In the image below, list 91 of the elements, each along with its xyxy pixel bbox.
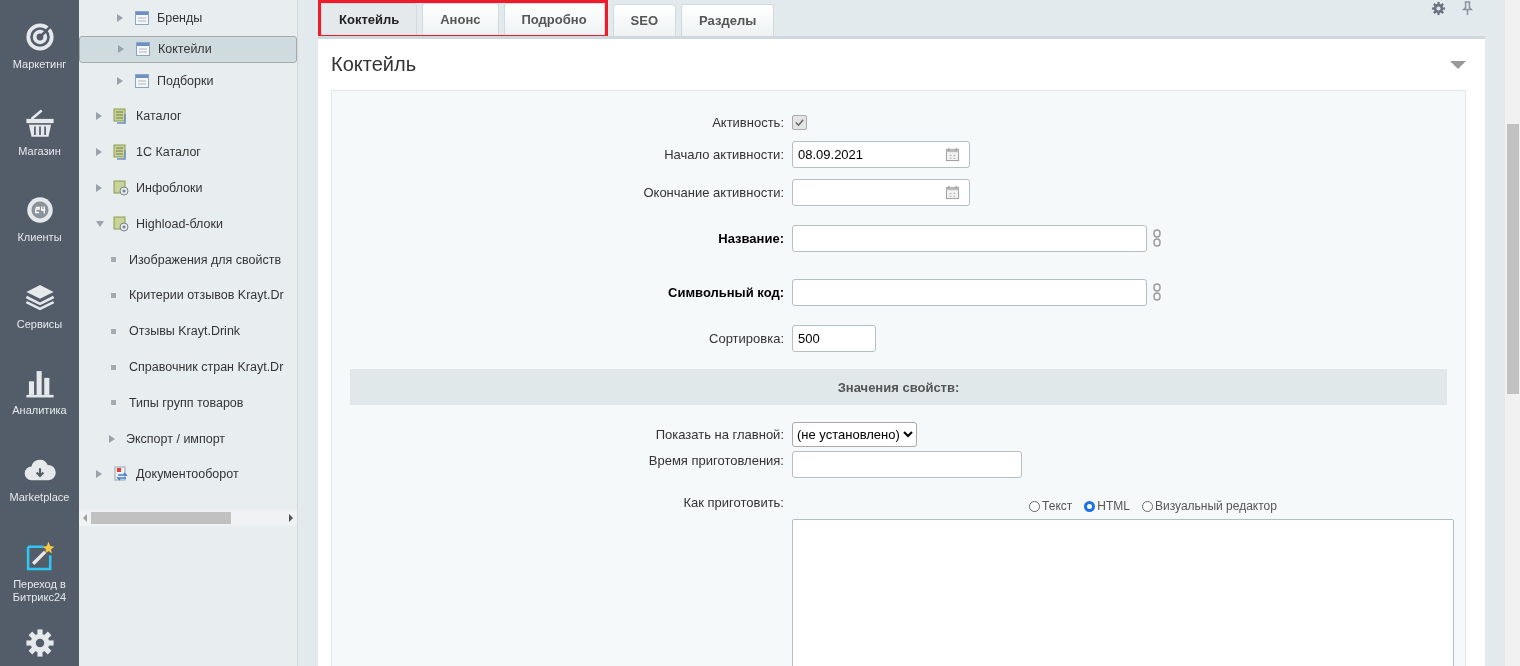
block-gear-icon <box>113 180 129 197</box>
list-window-icon <box>134 72 150 89</box>
field-label: Показать на главной: <box>654 426 784 442</box>
nav-item[interactable]: Переход в Битрикс24 <box>0 539 79 627</box>
horizontal-scrollbar[interactable] <box>79 510 297 527</box>
nav-label: Переход в Битрикс24 <box>11 577 68 604</box>
nav-label: Сервисы <box>15 317 64 331</box>
tree-item[interactable]: 1С Каталог <box>79 134 297 171</box>
nav-item[interactable]: Клиенты <box>0 193 79 280</box>
tree-item[interactable]: Справочник стран Krayt.Dr <box>79 349 297 385</box>
pin-icon[interactable] <box>1460 1 1475 16</box>
bullet-icon <box>111 292 116 298</box>
tree-item[interactable]: Highload-блоки <box>79 206 297 242</box>
nav-label: Клиенты <box>16 231 63 245</box>
input-field[interactable] <box>792 451 1022 478</box>
nav-item[interactable]: Маркетинг <box>0 20 79 107</box>
checkbox[interactable] <box>792 114 807 130</box>
nav-label: Аналитика <box>11 404 68 418</box>
expand-arrow-icon[interactable] <box>118 45 124 54</box>
nav-item[interactable]: Сервисы <box>0 279 79 367</box>
field-label: Начало активности: <box>663 146 784 162</box>
nav-label: Marketplace <box>8 490 71 504</box>
radio-option[interactable]: HTML <box>1084 499 1130 513</box>
tree-item[interactable]: Отзывы Krayt.Drink <box>79 313 297 350</box>
document-arrows-icon <box>113 466 129 483</box>
expand-arrow-icon[interactable] <box>117 76 123 85</box>
calendar-icon[interactable] <box>945 184 960 200</box>
list-window-icon <box>134 9 150 26</box>
scroll-right-icon[interactable] <box>289 514 293 523</box>
tree-item[interactable]: Критерии отзывов Krayt.Dr <box>79 277 297 314</box>
field-label: Сортировка: <box>708 330 784 346</box>
input-field[interactable] <box>792 224 1147 252</box>
section-title: Коктейль <box>331 53 417 76</box>
input-field[interactable] <box>792 278 1147 306</box>
nav-label: Маркетинг <box>11 58 68 71</box>
bullet-icon <box>111 400 116 406</box>
bullet-icon <box>111 257 116 263</box>
scrollbar-thumb[interactable] <box>91 512 231 525</box>
date-field[interactable]: 08.09.2021 <box>792 140 970 168</box>
field-label: Окончание активности: <box>642 184 784 200</box>
nav-item[interactable]: Магазин <box>0 106 79 194</box>
bullet-icon <box>111 364 116 370</box>
expand-arrow-icon[interactable] <box>96 148 102 157</box>
expand-arrow-icon[interactable] <box>96 220 104 227</box>
chain-link-icon[interactable] <box>1153 229 1161 247</box>
field-label: Время приготовления: <box>647 452 784 468</box>
expand-arrow-icon[interactable] <box>96 112 102 121</box>
tab[interactable]: Анонс <box>422 3 499 35</box>
date-field[interactable] <box>792 178 970 206</box>
tree-item[interactable]: Документооборот <box>79 456 297 493</box>
field-label: Символьный код: <box>667 284 784 300</box>
expand-arrow-icon[interactable] <box>96 184 102 193</box>
section-header: Значения свойств: <box>350 369 1447 405</box>
calendar-icon[interactable] <box>945 146 960 162</box>
scrollbar-thumb[interactable] <box>1507 124 1519 394</box>
dropdown[interactable]: (не установлено) <box>792 421 917 447</box>
expand-arrow-icon[interactable] <box>96 470 102 479</box>
tree-item[interactable]: Экспорт / импорт <box>79 420 297 457</box>
list-window-icon <box>135 41 151 58</box>
collapse-arrow-icon[interactable] <box>1450 60 1466 69</box>
field-label: Как приготовить: <box>682 494 784 510</box>
input-field[interactable]: 500 <box>792 324 876 352</box>
tab[interactable]: Разделы <box>681 4 775 36</box>
radio-option[interactable]: Текст <box>1029 499 1073 513</box>
bullet-icon <box>111 328 116 334</box>
tree-item[interactable]: Каталог <box>79 98 297 135</box>
catalog-icon <box>113 108 129 125</box>
field-label: Активность: <box>711 114 784 130</box>
tree-item[interactable]: Коктейли <box>79 35 297 63</box>
tab[interactable]: Подробно <box>503 3 605 35</box>
nav-item[interactable]: Аналитика <box>0 366 79 453</box>
radio-option[interactable]: Визуальный редактор <box>1141 499 1277 513</box>
tree-item[interactable]: Изображения для свойств <box>79 241 297 278</box>
tree-item[interactable]: Типы групп товаров <box>79 384 297 421</box>
tree-item[interactable]: Подборки <box>79 62 297 99</box>
expand-arrow-icon[interactable] <box>109 434 115 443</box>
scroll-left-icon[interactable] <box>83 514 87 523</box>
checkmark-icon <box>794 116 805 128</box>
tab[interactable]: SEO <box>612 4 677 36</box>
field-label: Название: <box>717 230 784 246</box>
tree-item[interactable]: Бренды <box>79 0 297 36</box>
catalog-icon <box>113 144 129 161</box>
tree-item[interactable]: Инфоблоки <box>79 170 297 206</box>
nav-item[interactable]: Marketplace <box>0 452 79 540</box>
block-gear-icon <box>113 215 129 232</box>
settings-icon[interactable] <box>1431 1 1446 16</box>
nav-label: Магазин <box>17 144 62 158</box>
vertical-scrollbar[interactable] <box>1505 0 1520 666</box>
tab[interactable]: Коктейль <box>321 3 418 35</box>
expand-arrow-icon[interactable] <box>117 13 123 22</box>
chain-link-icon[interactable] <box>1153 283 1161 301</box>
